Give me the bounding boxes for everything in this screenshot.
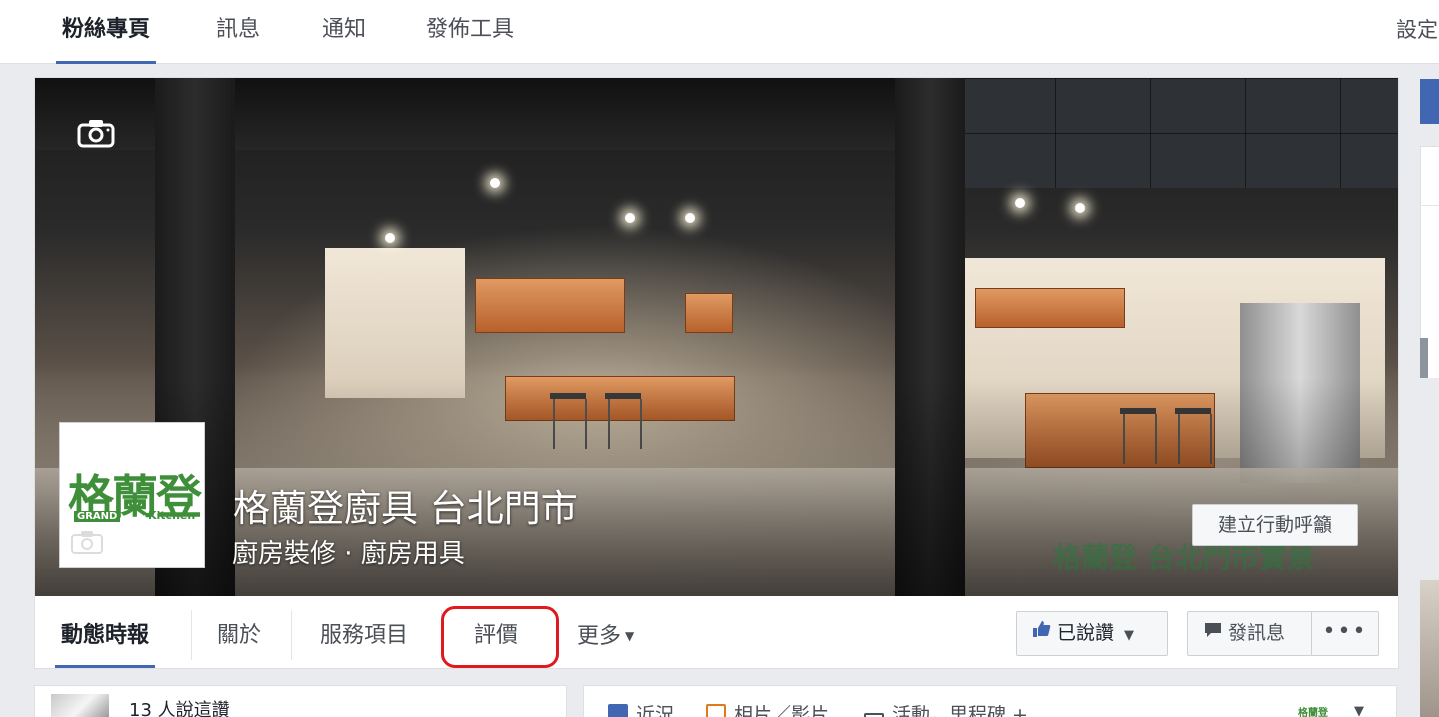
likes-card: 13 人說這讚 [34,685,567,717]
page-sub-nav: 動態時報 關於 服務項目 評價 更多 ▼ 已說讚 ▼ 發訊息 ••• [35,596,1398,668]
cover-light [1075,203,1085,213]
liked-button-label: 已說讚 [1057,622,1115,644]
thumbs-up-icon [1031,612,1051,655]
profile-camera-icon[interactable] [70,529,104,555]
pencil-icon [608,704,628,717]
cover-cabinet [975,288,1125,328]
cover-camera-icon[interactable] [77,118,115,148]
cover-photo: 格蘭登 台北門市實景 格蘭登廚具 台北門市 廚房裝修 · 廚房用具 建立行動呼籲… [35,78,1398,596]
cover-light [625,213,635,223]
profile-picture[interactable]: 格蘭登 GRAND Kitchen [59,422,205,568]
likes-thumbnail [51,694,109,717]
tab-publishing-tools[interactable]: 發佈工具 [426,0,514,64]
cover-light [490,178,500,188]
tab-about[interactable]: 關於 [217,596,261,668]
cover-facade-tiles [960,78,1398,188]
sidebar-progress-marker [1420,338,1428,378]
composer-photo-option[interactable]: 相片／影片 [706,700,829,717]
page-avatar-mini[interactable]: 格蘭登 [1298,704,1328,717]
admin-top-nav: 粉絲專頁 訊息 通知 發佈工具 設定 [0,0,1439,64]
composer-status-label: 近況 [636,704,675,717]
composer-event-option[interactable]: 31 活動，里程碑 + [864,700,1028,717]
tab-page[interactable]: 粉絲專頁 [55,0,157,64]
liked-button[interactable]: 已說讚 ▼ [1016,611,1168,656]
more-options-button[interactable]: ••• [1311,611,1379,656]
logo-grand-tag: GRAND [74,511,121,522]
settings-link[interactable]: 設定 [1396,0,1438,64]
cover-wall [325,248,465,398]
tab-notifications[interactable]: 通知 [322,0,366,64]
tab-messages[interactable]: 訊息 [216,0,260,64]
caret-down-icon: ▼ [1124,628,1135,643]
likes-count-text[interactable]: 13 人說這讚 [129,696,230,717]
cover-light [685,213,695,223]
cover-cabinet [475,278,625,333]
logo-kitchen-tag: Kitchen [148,509,196,522]
cover-light [1015,198,1025,208]
calendar-icon: 31 [864,713,884,717]
tab-timeline[interactable]: 動態時報 [54,596,156,668]
sidebar-row [1420,378,1439,418]
composer-event-label: 活動，里程碑 + [892,704,1028,717]
composer-status-option[interactable]: 近況 [608,700,674,717]
reviews-highlight-ring [441,606,559,668]
composer-photo-label: 相片／影片 [734,704,830,717]
tab-services[interactable]: 服務項目 [320,596,408,668]
create-call-to-action-button[interactable]: 建立行動呼籲 [1192,504,1358,546]
sidebar-thumbnail [1420,580,1439,717]
cover-light [385,233,395,243]
chevron-down-icon[interactable]: ▼ [1354,704,1364,717]
caret-down-icon: ▼ [625,629,635,643]
page-categories[interactable]: 廚房裝修 · 廚房用具 [232,533,465,570]
message-icon [1204,612,1222,655]
tab-more-label: 更多 [577,624,622,649]
photo-icon [706,704,726,717]
sidebar-primary-button[interactable] [1420,79,1439,124]
page-title[interactable]: 格蘭登廚具 台北門市 [233,478,578,532]
page-header-card: 格蘭登 台北門市實景 格蘭登廚具 台北門市 廚房裝修 · 廚房用具 建立行動呼籲… [34,77,1399,669]
tab-divider [291,610,292,660]
tab-more[interactable]: 更多 ▼ [577,596,634,668]
cover-cabinet [685,293,733,333]
tab-divider [191,610,192,660]
send-message-label: 發訊息 [1228,622,1286,644]
post-composer: 近況 相片／影片 31 活動，里程碑 + 格蘭登 ▼ [583,685,1397,717]
sidebar-divider [1420,205,1439,206]
